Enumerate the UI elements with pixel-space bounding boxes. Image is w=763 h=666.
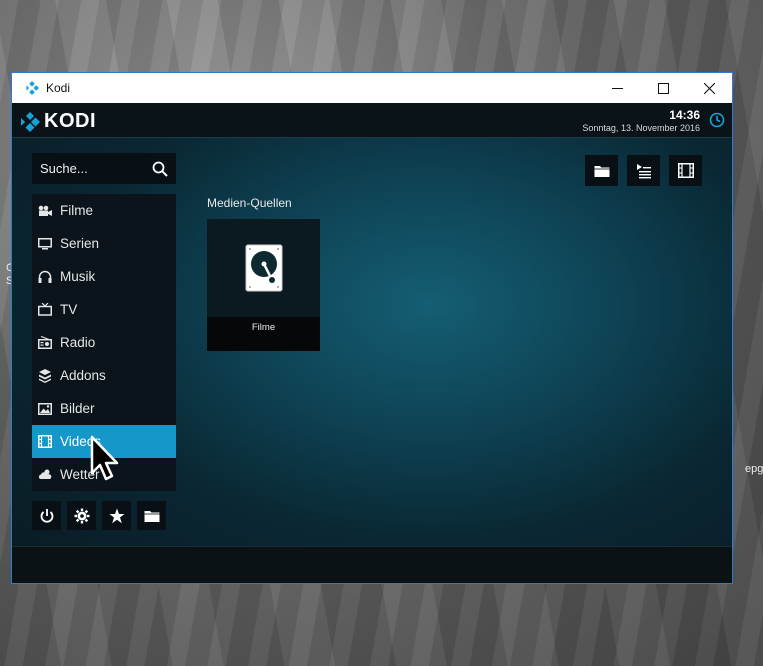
power-icon <box>40 508 53 523</box>
playlist-button[interactable] <box>627 155 660 186</box>
clock: 14:36 Sonntag, 13. November 2016 <box>582 108 700 133</box>
clock-icon <box>709 112 725 133</box>
gear-icon <box>74 508 89 523</box>
bottom-button-row <box>32 501 166 530</box>
main-menu: Filme Serien Musik TV Radio Addons Bilde… <box>32 194 176 491</box>
star-icon <box>109 508 124 523</box>
addons-box-icon <box>37 368 53 384</box>
menu-item-filme[interactable]: Filme <box>32 194 176 227</box>
film-strip-icon <box>37 434 53 450</box>
kodi-logo: KODI <box>20 110 96 133</box>
menu-item-radio[interactable]: Radio <box>32 326 176 359</box>
menu-item-label: Serien <box>60 236 100 251</box>
window-titlebar[interactable]: Kodi <box>12 73 732 103</box>
footer-bar <box>12 546 732 583</box>
sources-button[interactable] <box>585 155 618 186</box>
view-button-row <box>585 155 702 186</box>
menu-item-label: Filme <box>60 203 93 218</box>
folder-icon <box>144 510 159 522</box>
menu-item-musik[interactable]: Musik <box>32 260 176 293</box>
desktop-text-right: epg <box>745 463 763 475</box>
tile-label: Filme <box>207 317 320 351</box>
movie-camera-icon <box>37 203 53 219</box>
favourites-button[interactable] <box>102 501 131 530</box>
maximize-button[interactable] <box>640 73 686 103</box>
videos-view-button[interactable] <box>669 155 702 186</box>
clock-time: 14:36 <box>669 108 700 122</box>
kodi-home-screen: KODI 14:36 Sonntag, 13. November 2016 Su… <box>12 103 732 583</box>
menu-item-label: Wetter <box>60 467 100 482</box>
menu-item-label: Addons <box>60 368 106 383</box>
file-manager-button[interactable] <box>137 501 166 530</box>
tile-art <box>207 219 320 317</box>
menu-item-tv[interactable]: TV <box>32 293 176 326</box>
hard-drive-icon <box>245 244 282 292</box>
kodi-logo-text: KODI <box>44 110 96 132</box>
window-title: Kodi <box>46 81 71 95</box>
window-controls <box>594 73 732 103</box>
headphones-icon <box>37 269 53 285</box>
search-button[interactable]: Suche... <box>32 153 176 184</box>
maximize-icon <box>657 82 669 94</box>
picture-icon <box>37 401 53 417</box>
tv-monitor-icon <box>37 236 53 252</box>
menu-item-addons[interactable]: Addons <box>32 359 176 392</box>
close-button[interactable] <box>686 73 732 103</box>
menu-item-label: Musik <box>60 269 96 284</box>
menu-item-label: TV <box>60 302 78 317</box>
menu-item-label: Videos <box>60 434 102 449</box>
menu-item-label: Bilder <box>60 401 95 416</box>
menu-item-videos[interactable]: Videos <box>32 425 176 458</box>
tv-icon <box>37 302 53 318</box>
radio-icon <box>37 335 53 351</box>
menu-item-bilder[interactable]: Bilder <box>32 392 176 425</box>
clock-date: Sonntag, 13. November 2016 <box>582 123 700 133</box>
media-source-tile[interactable]: Filme <box>207 219 320 351</box>
kodi-window: Kodi KODI 14:36 Sonntag, 13. November 20… <box>11 72 733 584</box>
menu-item-label: Radio <box>60 335 96 350</box>
minimize-button[interactable] <box>594 73 640 103</box>
kodi-logo-icon <box>21 111 40 132</box>
close-icon <box>703 82 715 94</box>
kodi-app-icon <box>22 78 42 98</box>
search-icon <box>152 161 168 177</box>
minimize-icon <box>611 87 623 89</box>
search-placeholder: Suche... <box>40 161 88 176</box>
power-button[interactable] <box>32 501 61 530</box>
folder-icon <box>594 165 609 177</box>
menu-item-wetter[interactable]: Wetter <box>32 458 176 491</box>
settings-button[interactable] <box>67 501 96 530</box>
film-strip-icon <box>677 163 694 178</box>
weather-icon <box>37 467 53 483</box>
kodi-topbar: KODI 14:36 Sonntag, 13. November 2016 <box>12 103 732 138</box>
menu-item-serien[interactable]: Serien <box>32 227 176 260</box>
playlist-icon <box>636 163 651 178</box>
section-title: Medien-Quellen <box>207 196 292 210</box>
